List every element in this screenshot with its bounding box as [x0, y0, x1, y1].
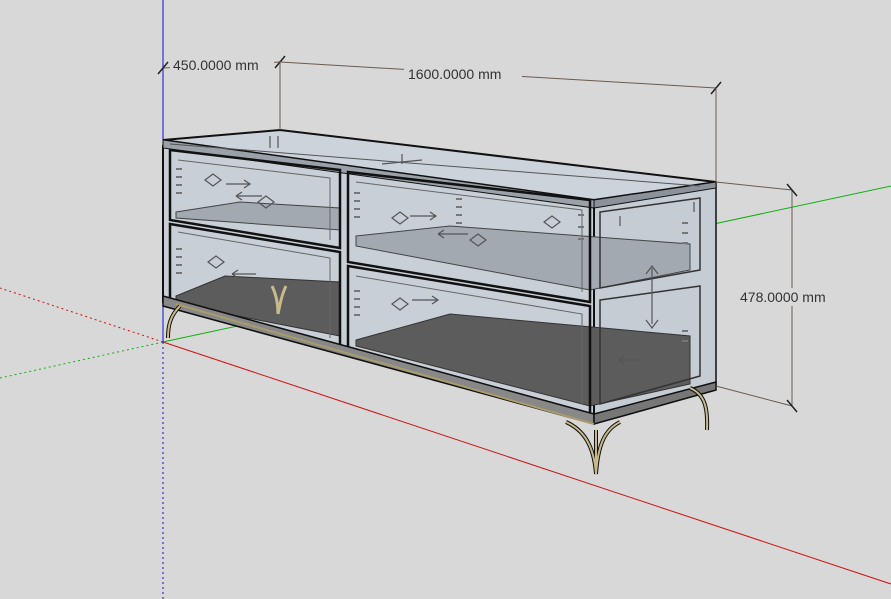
- leg-front-right: [565, 420, 621, 475]
- dimension-depth[interactable]: 450.0000 mm: [157, 55, 286, 130]
- height-extension-bottom: [715, 385, 793, 407]
- height-label: 478.0000 mm: [740, 289, 826, 305]
- width-label: 1600.0000 mm: [408, 66, 501, 82]
- height-extension-top: [715, 181, 793, 191]
- red-axis-dashed: [0, 287, 164, 343]
- cabinet-model[interactable]: [162, 128, 717, 475]
- green-axis-dashed: [0, 341, 164, 379]
- depth-label: 450.0000 mm: [173, 57, 259, 73]
- model-viewport[interactable]: 450.0000 mm 1600.0000 mm 478.0000 mm: [0, 0, 891, 599]
- dimension-height[interactable]: 478.0000 mm: [715, 181, 844, 413]
